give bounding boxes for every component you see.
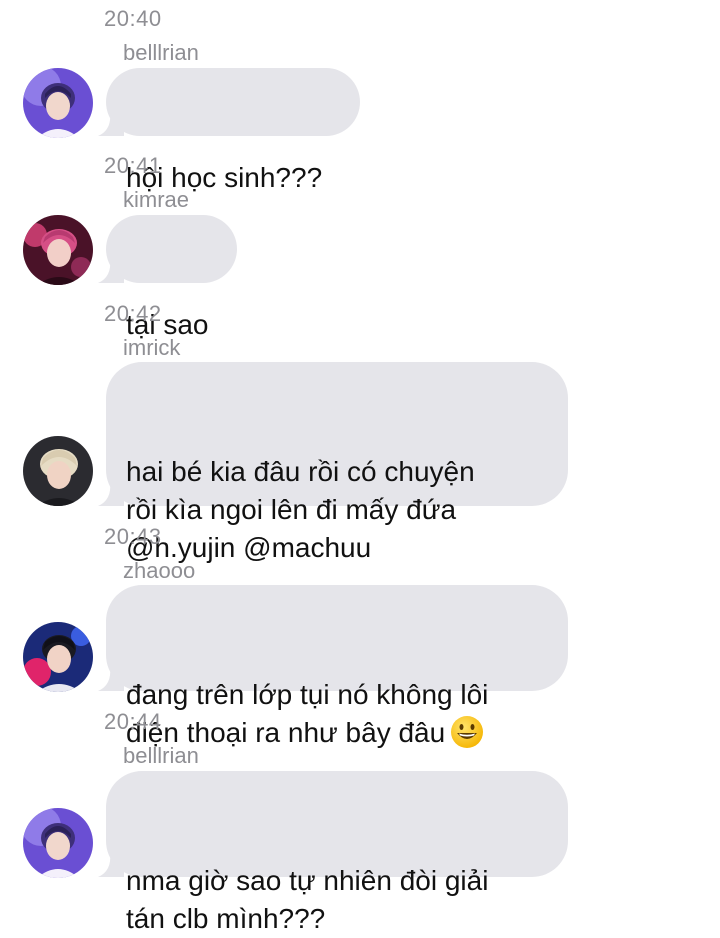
sender-name: zhaooo — [123, 558, 196, 583]
bubble-tail-icon — [98, 257, 124, 283]
message-bubble[interactable]: đang trên lớp tụi nó không lôi điện thoạ… — [98, 585, 568, 748]
message-bubble[interactable]: tại sao — [98, 215, 237, 340]
message-bubble[interactable]: nma giờ sao tự nhiên đòi giải tán clb mì… — [98, 771, 568, 934]
avatar[interactable] — [23, 808, 93, 878]
message-text: đang trên lớp tụi nó không lôi điện thoạ… — [126, 679, 489, 748]
sender-name: belllrian — [123, 743, 199, 768]
grinning-face-emoji-icon — [451, 716, 484, 748]
message-bubble[interactable]: hai bé kia đâu rồi có chuyện rồi kìa ngo… — [98, 362, 568, 563]
timestamp: 20:40 — [104, 6, 162, 31]
chat-thread: 20:40 belllrian hội học sinh??? 20:41 ki… — [0, 0, 720, 934]
sender-name: belllrian — [123, 40, 199, 65]
sender-name: kimrae — [123, 187, 190, 212]
sender-name: imrick — [123, 335, 181, 360]
bubble-tail-icon — [98, 480, 124, 506]
boy-purple-avatar-icon — [23, 68, 93, 138]
boy-stage-avatar-icon — [23, 622, 93, 692]
boy-blonde-avatar-icon — [23, 436, 93, 506]
timestamp: 20:43 — [104, 524, 162, 549]
bubble-tail-icon — [98, 851, 124, 877]
timestamp: 20:42 — [104, 301, 162, 326]
bubble-tail-icon — [98, 665, 124, 691]
avatar[interactable] — [23, 622, 93, 692]
message-text: hai bé kia đâu rồi có chuyện rồi kìa ngo… — [126, 456, 475, 563]
avatar[interactable] — [23, 436, 93, 506]
message-bubble[interactable]: hội học sinh??? — [98, 68, 360, 193]
avatar[interactable] — [23, 68, 93, 138]
bubble-tail-icon — [98, 110, 124, 136]
timestamp: 20:41 — [104, 153, 162, 178]
message-text: nma giờ sao tự nhiên đòi giải tán clb mì… — [126, 865, 489, 934]
boy-purple-avatar-icon — [23, 808, 93, 878]
avatar[interactable] — [23, 215, 93, 285]
boy-pink-avatar-icon — [23, 215, 93, 285]
timestamp: 20:44 — [104, 709, 162, 734]
